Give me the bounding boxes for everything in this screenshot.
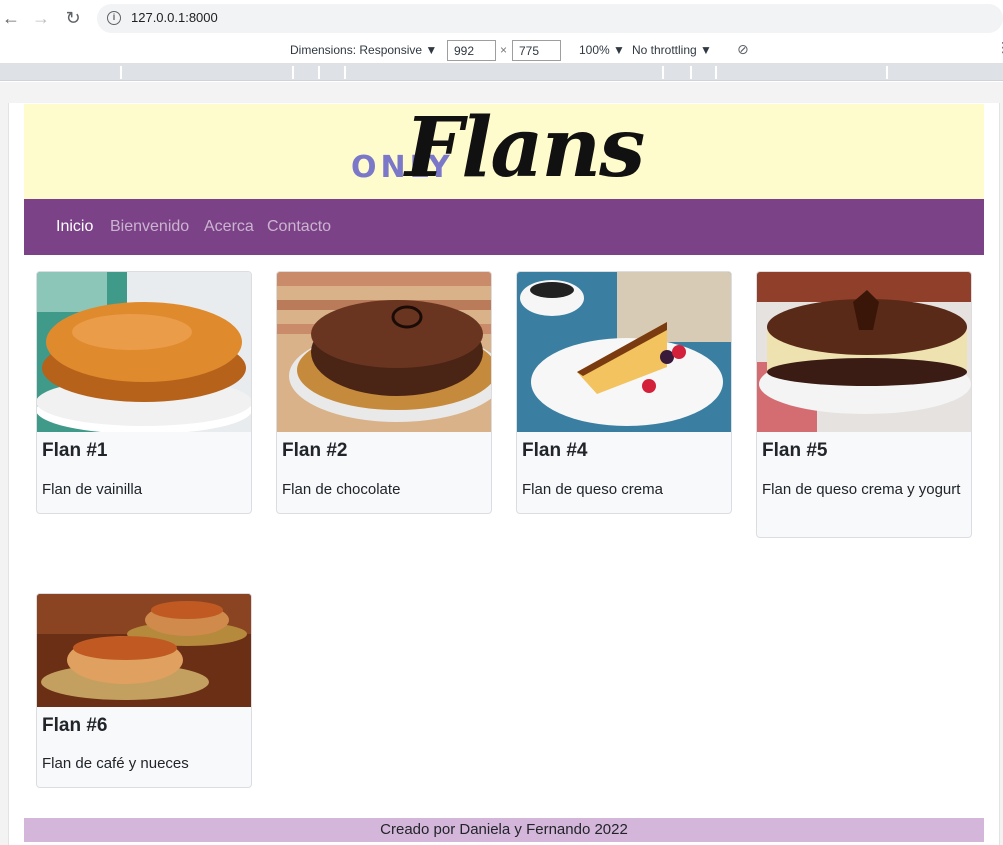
ruler-mark: [344, 66, 346, 79]
flan-card-5[interactable]: Flan #5 Flan de queso crema y yogurt: [756, 271, 972, 538]
flan-card-1[interactable]: Flan #1 Flan de vainilla: [36, 271, 252, 514]
ruler-mark: [662, 66, 664, 79]
reload-icon[interactable]: ↻: [63, 8, 83, 28]
rotate-icon[interactable]: ⊘: [737, 41, 749, 58]
nav-link-bienvenido[interactable]: Bienvenido: [110, 218, 189, 236]
url-text: 127.0.0.1:8000: [131, 10, 218, 25]
throttling-label: No throttling: [632, 43, 697, 57]
card-text: Flan de chocolate: [282, 481, 401, 498]
browser-address-bar: ← → ↻ i 127.0.0.1:8000: [0, 0, 1003, 37]
height-input[interactable]: [512, 40, 561, 61]
card-title: Flan #1: [42, 440, 108, 461]
throttling-dropdown[interactable]: No throttling ▼: [632, 43, 712, 57]
logo-flans-text: Flans: [405, 100, 645, 196]
page-footer: Creado por Daniela y Fernando 2022: [24, 818, 984, 842]
dimensions-dropdown[interactable]: Dimensions: Responsive ▼: [290, 43, 437, 57]
ruler-mark: [715, 66, 717, 79]
zoom-label: 100%: [579, 43, 610, 57]
card-title: Flan #4: [522, 440, 588, 461]
ruler-mark: [318, 66, 320, 79]
flan-chocolate-image: [277, 272, 491, 432]
nav-link-inicio[interactable]: Inicio: [56, 218, 93, 236]
card-text: Flan de queso crema: [522, 481, 663, 498]
nav-link-acerca[interactable]: Acerca: [204, 218, 254, 236]
back-arrow-icon[interactable]: ←: [1, 8, 21, 28]
flan-card-4[interactable]: Flan #4 Flan de queso crema: [516, 271, 732, 514]
flan-coffee-walnut-image: [37, 594, 251, 707]
navbar: Inicio Bienvenido Acerca Contacto: [24, 199, 984, 255]
card-title: Flan #5: [762, 440, 828, 461]
zoom-dropdown[interactable]: 100% ▼: [579, 43, 625, 57]
more-options-icon[interactable]: ⋮: [996, 39, 1003, 56]
flan-card-6[interactable]: Flan #6 Flan de café y nueces: [36, 593, 252, 788]
ruler-mark: [690, 66, 692, 79]
width-input[interactable]: [447, 40, 496, 61]
ruler-mark: [886, 66, 888, 79]
times-separator: ×: [500, 43, 508, 57]
site-info-icon[interactable]: i: [107, 11, 121, 25]
ruler-mark: [292, 66, 294, 79]
flan-cream-cheese-image: [517, 272, 731, 432]
device-toolbar: Dimensions: Responsive ▼ × 100% ▼ No thr…: [0, 37, 1003, 64]
card-text: Flan de vainilla: [42, 481, 143, 498]
ruler-mark: [120, 66, 122, 79]
card-title: Flan #6: [42, 715, 108, 736]
flan-card-2[interactable]: Flan #2 Flan de chocolate: [276, 271, 492, 514]
flan-vanilla-image: [37, 272, 251, 432]
media-query-ruler[interactable]: [0, 64, 1003, 81]
url-bar[interactable]: i 127.0.0.1:8000: [97, 4, 1003, 33]
card-title: Flan #2: [282, 440, 348, 461]
card-text: Flan de café y nueces: [42, 755, 189, 772]
card-text: Flan de queso crema y yogurt: [762, 481, 961, 498]
forward-arrow-icon[interactable]: →: [31, 8, 51, 28]
nav-link-contacto[interactable]: Contacto: [267, 218, 331, 236]
dimensions-label: Dimensions: Responsive: [290, 43, 423, 57]
flan-cream-cheese-yogurt-image: [757, 272, 971, 432]
